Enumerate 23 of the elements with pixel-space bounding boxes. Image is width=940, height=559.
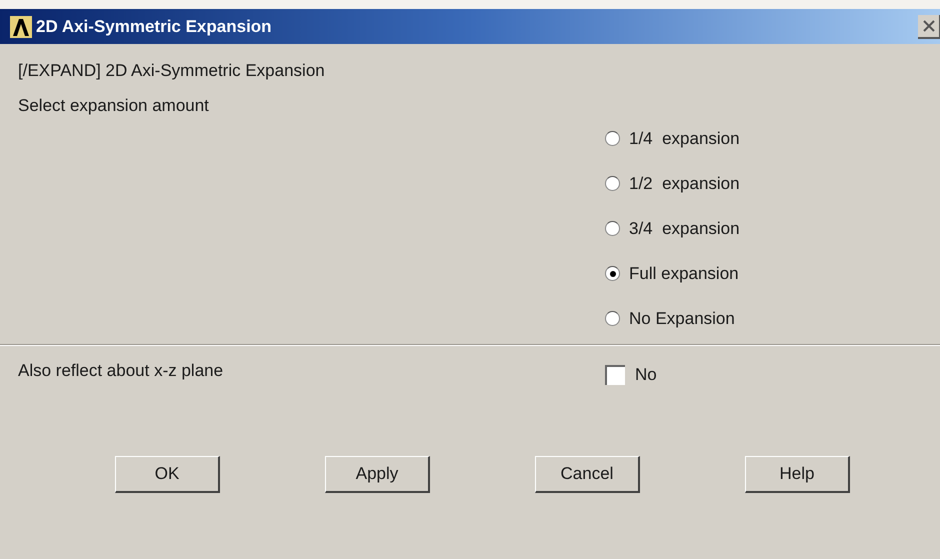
radio-option[interactable]: 1/4 expansion xyxy=(605,127,940,150)
dialog-button[interactable]: Help xyxy=(745,456,850,493)
radio-option[interactable]: Full expansion xyxy=(605,262,940,285)
radio-option[interactable]: 3/4 expansion xyxy=(605,217,940,240)
app-logo-icon xyxy=(10,16,32,38)
radio-button[interactable] xyxy=(605,221,620,236)
radio-button[interactable] xyxy=(605,311,620,326)
radio-button[interactable] xyxy=(605,131,620,146)
close-icon xyxy=(922,20,934,32)
reflect-label: Also reflect about x-z plane xyxy=(18,360,224,382)
dialog-button[interactable]: OK xyxy=(115,456,220,493)
radio-option[interactable]: No Expansion xyxy=(605,307,940,330)
radio-button[interactable] xyxy=(605,176,620,191)
command-label: [/EXPAND] 2D Axi-Symmetric Expansion xyxy=(18,60,326,82)
checkbox[interactable] xyxy=(605,364,625,385)
radio-button[interactable] xyxy=(605,266,620,281)
radio-option[interactable]: 1/2 expansion xyxy=(605,172,940,195)
dialog-button[interactable]: Apply xyxy=(325,456,430,493)
prompt-label: Select expansion amount xyxy=(18,94,210,116)
reflect-checkbox-option[interactable]: No xyxy=(605,362,657,388)
close-button[interactable] xyxy=(918,14,940,38)
dialog-button[interactable]: Cancel xyxy=(535,456,640,493)
window-title: 2D Axi-Symmetric Expansion xyxy=(36,16,272,38)
